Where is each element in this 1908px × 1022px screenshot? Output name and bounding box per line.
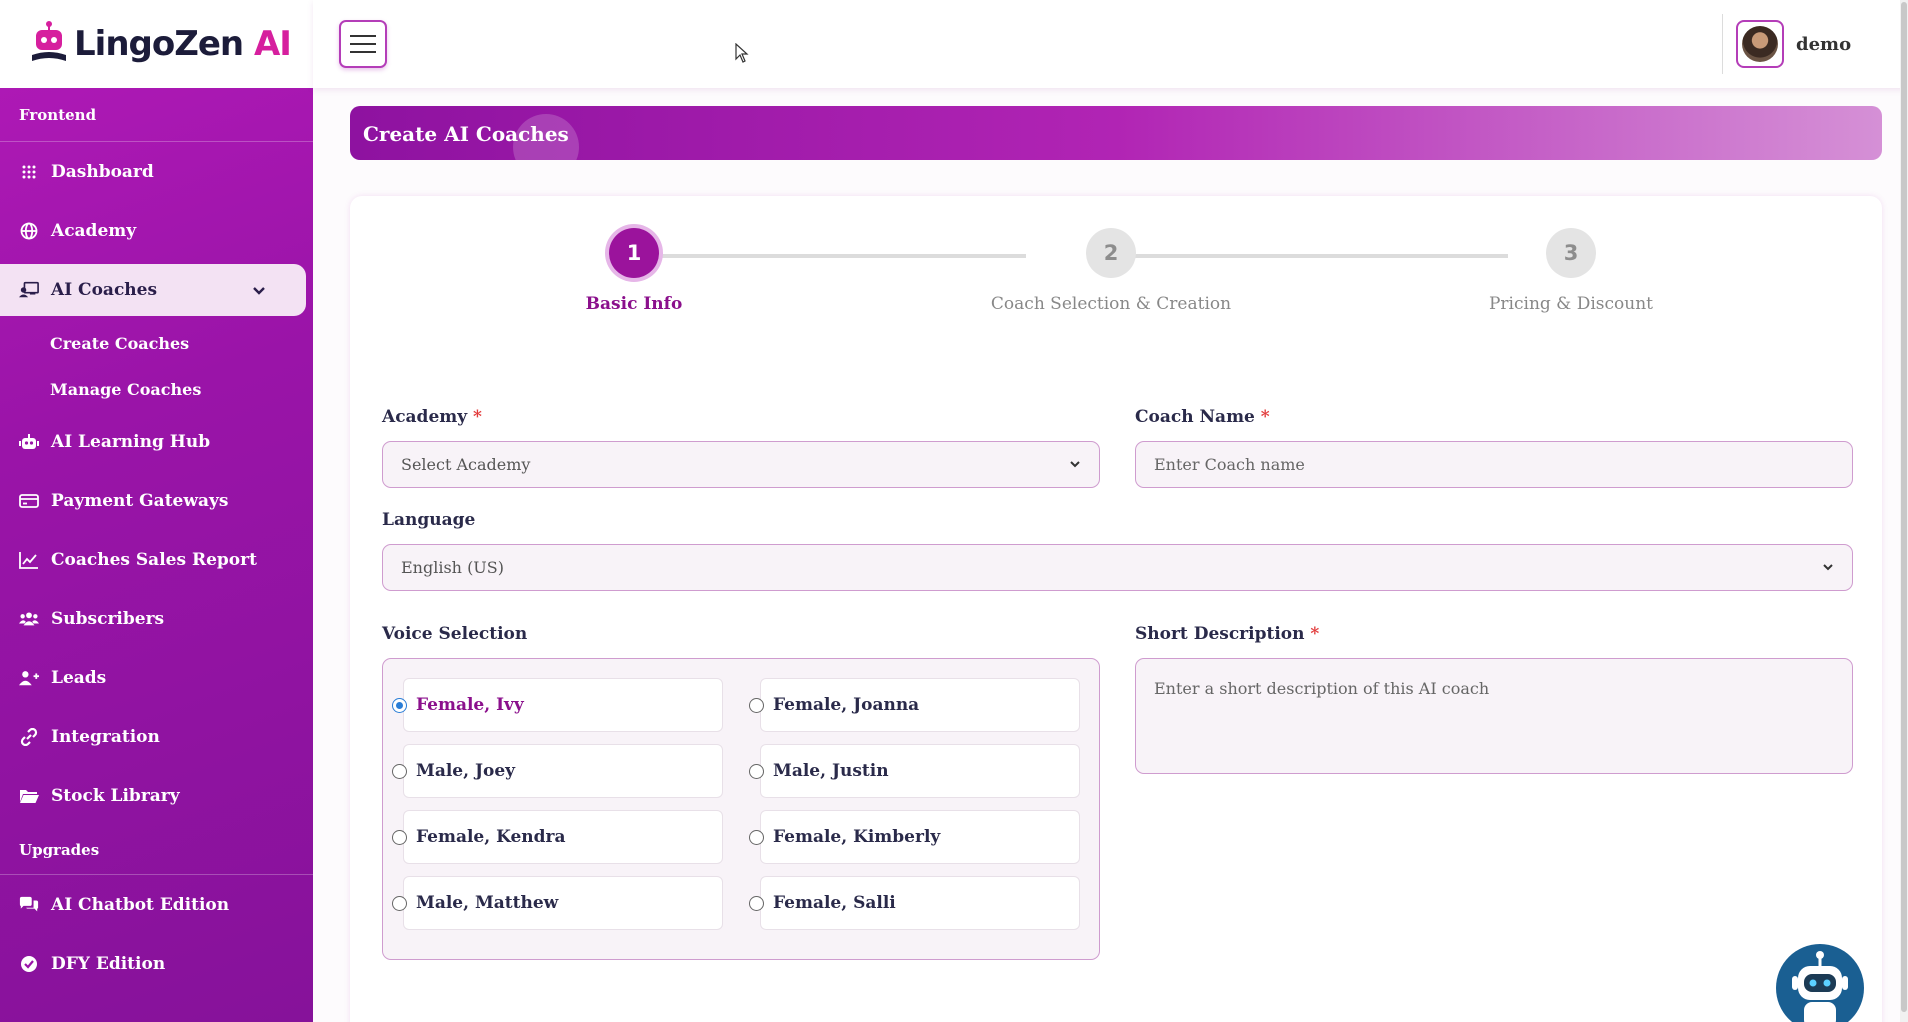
radio-button[interactable] [749,698,764,713]
user-avatar[interactable] [1736,20,1784,68]
globe-icon [19,221,39,241]
step-label: Pricing & Discount [1488,294,1653,314]
voice-option[interactable]: Female, Ivy [392,678,723,732]
link-icon [19,727,39,747]
chatbot-launcher-button[interactable] [1776,944,1864,1022]
page-scrollbar[interactable] [1900,0,1908,1022]
radio-button[interactable] [749,830,764,845]
users-icon [19,609,39,629]
short-description-textarea[interactable]: Enter a short description of this AI coa… [1135,658,1853,774]
step-label: Basic Info [585,294,683,314]
step-coach-selection[interactable]: 2 Coach Selection & Creation [971,228,1251,314]
coach-name-label: Coach Name * [1135,407,1270,427]
sidebar-item-dfy-edition[interactable]: DFY Edition [0,934,313,993]
radio-button[interactable] [749,764,764,779]
sidebar-item-label: Integration [51,726,160,747]
voice-option[interactable]: Female, Kimberly [749,810,1080,864]
menu-toggle-button[interactable] [339,20,387,68]
coach-name-input[interactable]: Enter Coach name [1135,441,1853,488]
sidebar-item-label: Subscribers [51,608,165,629]
hamburger-icon [350,35,376,37]
sidebar-item-label: Payment Gateways [51,490,229,511]
mouse-cursor-icon [735,42,749,67]
brand-name: LingoZen AI [74,24,292,64]
chevron-down-icon [252,282,266,302]
voice-selection-label: Voice Selection [382,624,528,644]
page-title-banner: Create AI Coaches [350,106,1882,160]
sidebar-subitem-create-coaches[interactable]: Create Coaches [0,320,313,366]
step-basic-info[interactable]: 1 Basic Info [534,228,734,314]
step-pricing-discount[interactable]: 3 Pricing & Discount [1471,228,1671,314]
chevron-down-icon [1069,455,1081,474]
sidebar-item-ai-chatbot-edition[interactable]: AI Chatbot Edition [0,875,313,934]
voice-option[interactable]: Female, Joanna [749,678,1080,732]
sidebar-item-label: Stock Library [51,785,180,806]
language-select[interactable]: English (US) [382,544,1853,591]
sidebar-item-stock-library[interactable]: Stock Library [0,766,313,825]
robot-icon [1792,951,1848,1022]
radio-button[interactable] [749,896,764,911]
chat-icon [19,895,39,915]
step-number: 2 [1086,228,1136,278]
check-circle-icon [19,954,39,974]
card-icon [19,491,39,511]
short-description-label: Short Description * [1135,624,1320,644]
logo[interactable]: LingoZen AI [0,0,313,88]
robot-icon [19,432,39,452]
decorative-bubble [513,114,579,160]
sidebar-item-academy[interactable]: Academy [0,201,313,260]
academy-label: Academy * [382,407,482,427]
sidebar-item-payment-gateways[interactable]: Payment Gateways [0,471,313,530]
sidebar-item-coaches-sales-report[interactable]: Coaches Sales Report [0,530,313,589]
chevron-down-icon [1822,558,1834,577]
voice-option[interactable]: Male, Justin [749,744,1080,798]
sidebar-item-label: Dashboard [51,161,154,182]
voice-selection-group: Female, Ivy Female, Joanna Male, Joey Ma… [382,658,1100,960]
radio-button[interactable] [392,698,407,713]
voice-option[interactable]: Female, Kendra [392,810,723,864]
sidebar-item-leads[interactable]: Leads [0,648,313,707]
radio-button[interactable] [392,764,407,779]
top-header: demo [313,0,1908,88]
grid-icon [19,162,39,182]
sidebar-item-label: AI Learning Hub [51,431,211,452]
academy-select[interactable]: Select Academy [382,441,1100,488]
section-frontend: Frontend [0,88,313,142]
radio-button[interactable] [392,896,407,911]
language-label: Language [382,510,476,530]
step-label: Coach Selection & Creation [990,294,1232,314]
voice-option[interactable]: Male, Matthew [392,876,723,930]
sidebar-item-subscribers[interactable]: Subscribers [0,589,313,648]
sidebar-item-label: Leads [51,667,107,688]
sidebar: LingoZen AI Frontend Dashboard Academy A… [0,0,313,1022]
step-number: 1 [609,228,659,278]
sidebar-subitem-manage-coaches[interactable]: Manage Coaches [0,366,313,412]
radio-button[interactable] [392,830,407,845]
step-number: 3 [1546,228,1596,278]
chart-icon [19,550,39,570]
coach-icon [19,280,39,300]
header-divider [1722,14,1723,74]
sidebar-item-label: Academy [51,220,137,241]
voice-option[interactable]: Female, Salli [749,876,1080,930]
avatar-photo [1742,26,1778,62]
sidebar-item-integration[interactable]: Integration [0,707,313,766]
voice-option[interactable]: Male, Joey [392,744,723,798]
sidebar-item-label: DFY Edition [51,953,166,974]
section-upgrades: Upgrades [0,825,313,875]
sidebar-item-label: Coaches Sales Report [51,549,257,570]
user-plus-icon [19,668,39,688]
sidebar-item-ai-coaches[interactable]: AI Coaches [0,264,306,316]
sidebar-item-ai-learning-hub[interactable]: AI Learning Hub [0,412,313,471]
folder-icon [19,786,39,806]
robot-logo-icon [28,21,70,67]
sidebar-item-dashboard[interactable]: Dashboard [0,142,313,201]
sidebar-item-label: AI Chatbot Edition [51,894,230,915]
create-coach-form-card: 1 Basic Info 2 Coach Selection & Creatio… [350,196,1882,1022]
sidebar-item-label: AI Coaches [51,280,158,300]
username[interactable]: demo [1796,34,1851,55]
